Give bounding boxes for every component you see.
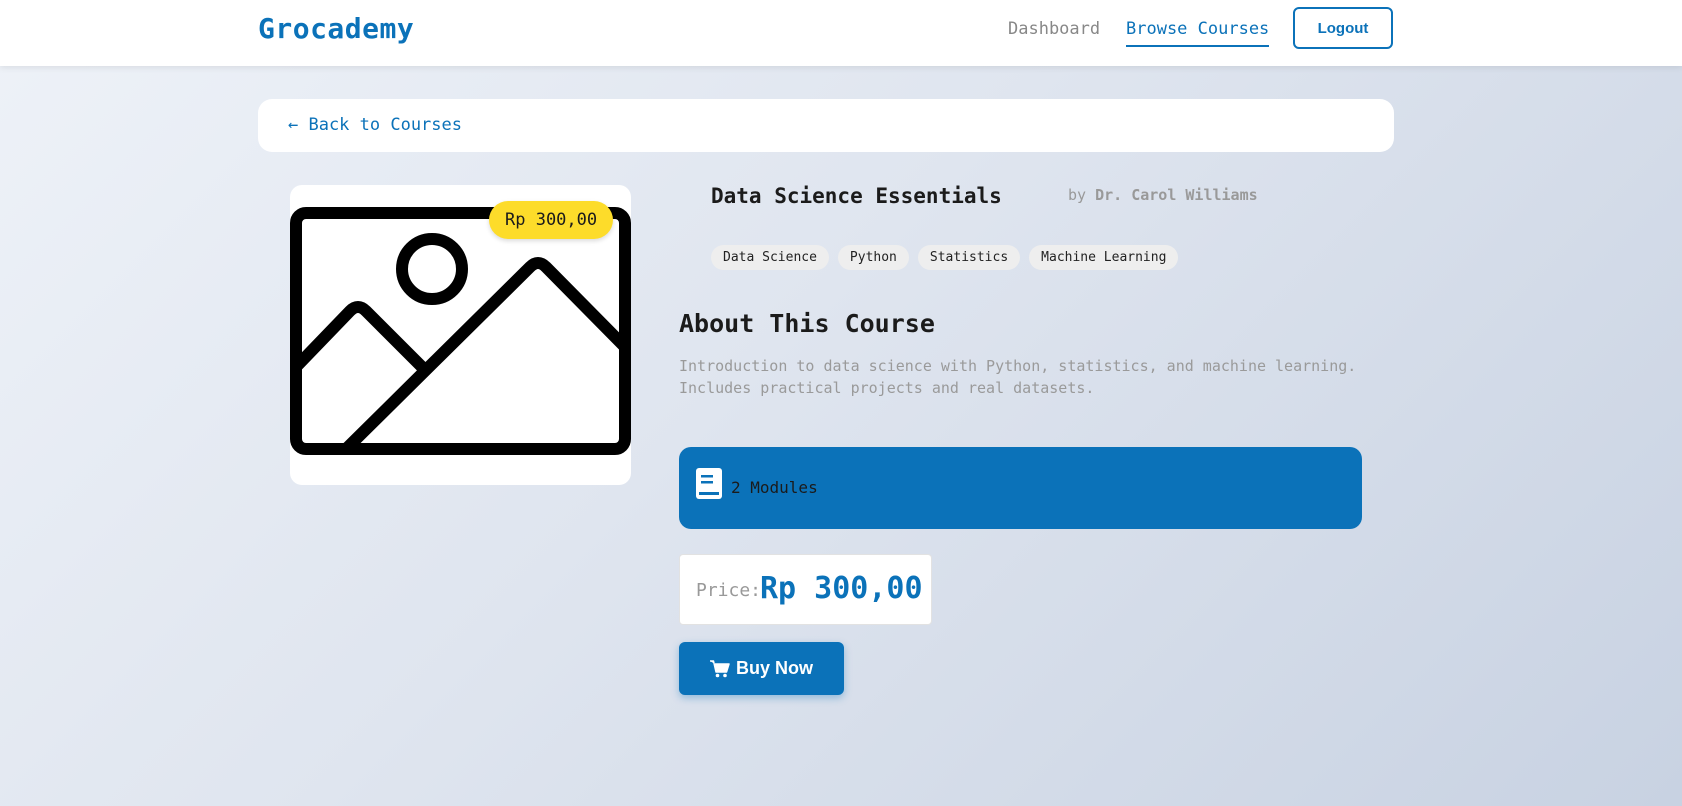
price-box: Price: Rp 300,00 xyxy=(679,554,932,625)
course-tags: Data Science Python Statistics Machine L… xyxy=(711,245,1179,270)
modules-summary: 2 Modules xyxy=(679,447,1362,529)
course-instructor: by Dr. Carol Williams xyxy=(1068,186,1258,204)
tag-chip: Statistics xyxy=(917,245,1021,270)
tag-chip: Python xyxy=(837,245,909,270)
price-value: Rp 300,00 xyxy=(760,571,923,606)
price-label: Price: xyxy=(696,580,762,601)
cart-icon xyxy=(709,659,730,678)
book-icon xyxy=(696,468,722,499)
logout-button[interactable]: Logout xyxy=(1293,7,1393,49)
buy-now-button[interactable]: Buy Now xyxy=(679,642,844,695)
by-label: by xyxy=(1068,186,1087,204)
top-navbar: Grocademy Dashboard Browse Courses Logou… xyxy=(0,0,1682,66)
instructor-name: Dr. Carol Williams xyxy=(1095,186,1258,204)
back-to-courses-link[interactable]: ← Back to Courses xyxy=(288,115,462,135)
course-title: Data Science Essentials xyxy=(711,184,1002,208)
about-description: Introduction to data science with Python… xyxy=(679,357,1357,397)
buy-now-label: Buy Now xyxy=(735,658,813,678)
tag-chip: Machine Learning xyxy=(1029,245,1179,270)
nav-browse-courses-link[interactable]: Browse Courses xyxy=(1126,19,1270,47)
about-heading: About This Course xyxy=(679,309,935,338)
tag-chip: Data Science xyxy=(711,245,829,270)
modules-count: 2 Modules xyxy=(731,478,818,497)
image-placeholder-icon xyxy=(290,207,631,455)
price-badge: Rp 300,00 xyxy=(489,201,614,239)
brand-logo[interactable]: Grocademy xyxy=(258,12,414,45)
nav-dashboard-link[interactable]: Dashboard xyxy=(1008,19,1100,45)
back-bar: ← Back to Courses xyxy=(258,99,1394,152)
